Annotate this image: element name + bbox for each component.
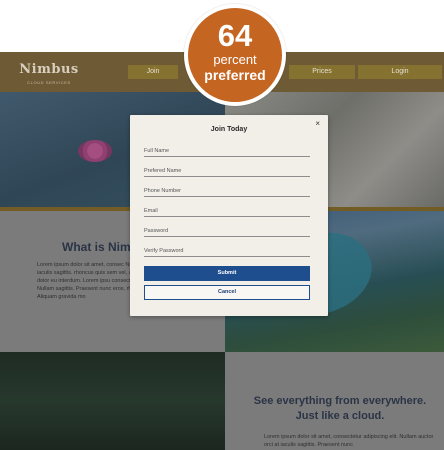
modal-title: Join Today	[210, 126, 248, 133]
email-field[interactable]: Email	[144, 207, 310, 217]
phone-number-field[interactable]: Phone Number	[144, 187, 310, 197]
cancel-button[interactable]: Cancel	[144, 285, 310, 300]
see-everything-heading-line2: Just like a cloud.	[295, 410, 385, 422]
nav-login[interactable]: Login	[358, 65, 442, 79]
see-everything-body: Lorem ipsum dolor sit amet, consectetur …	[264, 434, 434, 448]
forest-photo	[0, 352, 225, 450]
logo-wordmark: Nimbus	[19, 62, 79, 77]
nimbus-logo[interactable]: Nimbus CLOUD SERVICES	[14, 60, 84, 86]
nav-prices[interactable]: Prices	[289, 65, 355, 79]
verify-password-field[interactable]: Verify Password	[144, 247, 310, 257]
full-name-field[interactable]: Full Name	[144, 147, 310, 157]
logo-tagline: CLOUD SERVICES	[27, 80, 71, 85]
see-everything-heading: See everything from everywhere. Just lik…	[250, 394, 430, 424]
preferred-name-field[interactable]: Prefered Name	[144, 167, 310, 177]
join-modal: Join Today × Full Name Prefered Name Pho…	[130, 115, 328, 316]
signup-page: Nimbus CLOUD SERVICES Join Prices Login …	[0, 0, 444, 450]
badge-line2: preferred	[204, 67, 266, 83]
percent-preferred-badge: 64 percent preferred	[184, 4, 286, 106]
pink-float-image	[78, 140, 112, 162]
badge-value: 64	[217, 18, 253, 53]
submit-button[interactable]: Submit	[144, 266, 310, 281]
badge-line1: percent	[213, 52, 257, 67]
see-everything-heading-line1: See everything from everywhere.	[253, 395, 427, 407]
password-field[interactable]: Password	[144, 227, 310, 237]
close-icon[interactable]: ×	[315, 120, 320, 128]
nav-join[interactable]: Join	[128, 65, 178, 79]
